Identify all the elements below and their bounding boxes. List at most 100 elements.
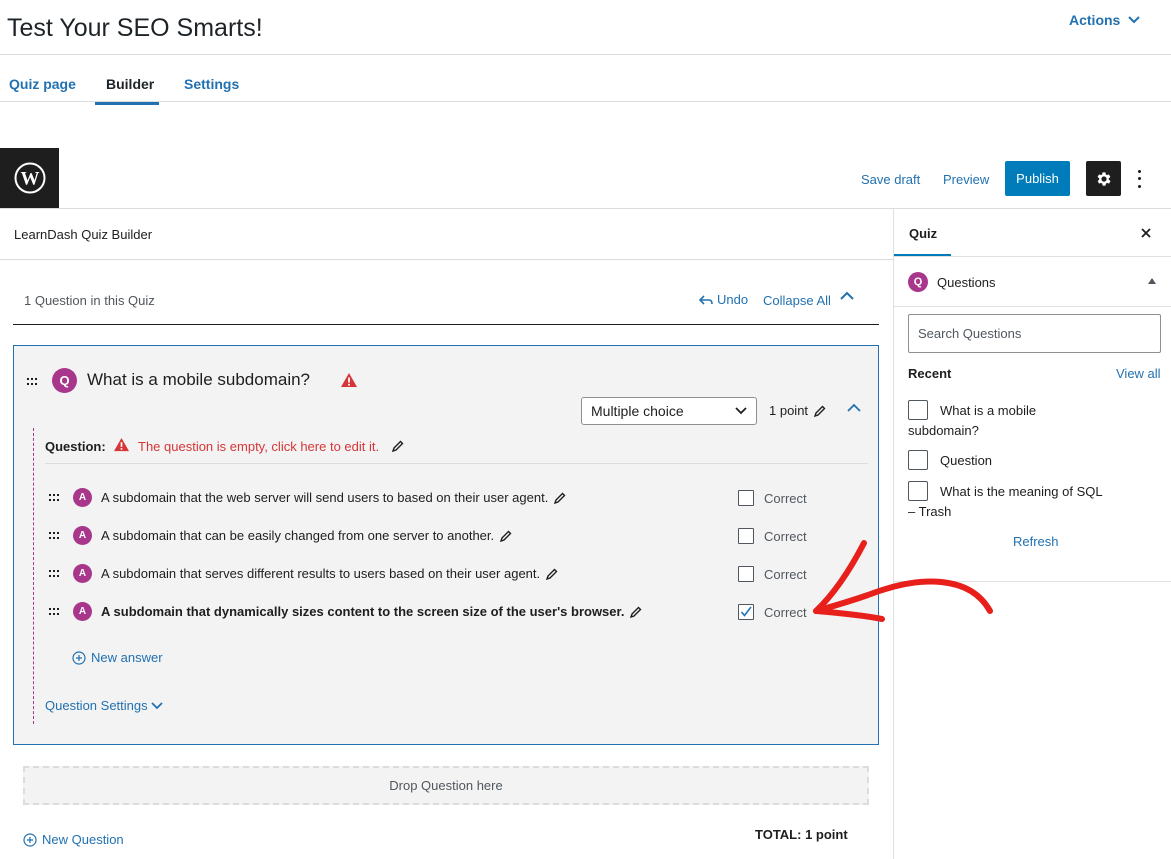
answer-text[interactable]: A subdomain that can be easily changed f…	[101, 528, 512, 543]
answer-label: A subdomain that dynamically sizes conte…	[101, 604, 625, 619]
answer-text[interactable]: A subdomain that dynamically sizes conte…	[101, 604, 642, 619]
divider	[894, 306, 1171, 307]
wordpress-logo-button[interactable]: W	[0, 148, 59, 208]
actions-label: Actions	[1069, 12, 1121, 28]
questions-panel-title[interactable]: Questions	[937, 275, 996, 290]
question-badge: Q	[52, 368, 77, 393]
more-options-icon[interactable]	[1132, 168, 1146, 190]
answer-badge: A	[73, 488, 92, 507]
answer-text[interactable]: A subdomain that the web server will sen…	[101, 490, 566, 505]
recent-question-checkbox[interactable]	[908, 400, 928, 420]
undo-label: Undo	[717, 292, 749, 307]
correct-checkbox-checked[interactable]	[738, 604, 754, 620]
actions-menu[interactable]: Actions	[1069, 12, 1141, 28]
sidebar-tab-quiz[interactable]: Quiz	[909, 226, 937, 241]
correct-checkbox[interactable]	[738, 566, 754, 582]
drag-handle-icon[interactable]	[49, 532, 61, 540]
plus-circle-icon	[72, 650, 86, 665]
correct-checkbox[interactable]	[738, 490, 754, 506]
builder-title: LearnDash Quiz Builder	[14, 227, 153, 242]
annotation-arrow-icon	[813, 540, 993, 622]
correct-label: Correct	[764, 491, 807, 506]
close-icon[interactable]	[1139, 226, 1153, 240]
tab-quiz-page[interactable]: Quiz page	[9, 76, 76, 92]
divider	[0, 259, 893, 260]
recent-question-label: Question	[940, 453, 993, 468]
chevron-down-icon	[150, 701, 163, 709]
recent-question-label: What is a mobile	[940, 403, 1037, 418]
question-type-select[interactable]: Multiple choice	[581, 397, 757, 425]
question-settings-toggle[interactable]: Question Settings	[45, 698, 163, 713]
recent-question-label: What is the meaning of SQL	[940, 484, 1103, 499]
drag-handle-icon[interactable]	[49, 570, 61, 578]
divider	[894, 256, 1171, 257]
warning-icon	[114, 437, 129, 452]
settings-button[interactable]	[1086, 161, 1121, 196]
divider	[0, 101, 1171, 102]
chevron-down-icon	[1128, 16, 1141, 24]
answer-badge: A	[73, 602, 92, 621]
chevron-up-icon[interactable]	[847, 403, 861, 413]
publish-button[interactable]: Publish	[1005, 161, 1070, 196]
divider	[0, 208, 1171, 209]
drag-handle-icon[interactable]	[27, 378, 39, 386]
refresh-link[interactable]: Refresh	[1013, 534, 1059, 549]
question-empty-error[interactable]: The question is empty, click here to edi…	[138, 439, 379, 454]
correct-checkbox[interactable]	[738, 528, 754, 544]
drag-handle-icon[interactable]	[49, 494, 61, 502]
chevron-down-icon	[735, 407, 747, 415]
pencil-icon	[630, 606, 642, 618]
view-all-link[interactable]: View all	[1116, 366, 1161, 381]
pencil-icon	[814, 405, 826, 417]
answer-badge: A	[73, 564, 92, 583]
svg-text:W: W	[20, 169, 39, 190]
answer-label: A subdomain that serves different result…	[101, 566, 541, 581]
search-questions-input[interactable]	[908, 314, 1161, 353]
gear-icon	[1097, 171, 1111, 186]
question-points[interactable]: 1 point	[769, 403, 826, 418]
question-title[interactable]: What is a mobile subdomain?	[87, 370, 310, 390]
plus-circle-icon	[23, 832, 37, 847]
question-type-value: Multiple choice	[591, 403, 684, 419]
new-answer-label: New answer	[91, 650, 163, 665]
new-answer-button[interactable]: New answer	[72, 650, 163, 665]
recent-question-checkbox[interactable]	[908, 450, 928, 470]
answer-label: A subdomain that the web server will sen…	[101, 490, 549, 505]
pencil-icon	[500, 530, 512, 542]
caret-up-icon[interactable]	[1148, 278, 1156, 284]
undo-icon	[699, 294, 713, 305]
drop-question-zone[interactable]: Drop Question here	[23, 766, 869, 805]
pencil-icon[interactable]	[392, 440, 404, 452]
answer-badge: A	[73, 526, 92, 545]
chevron-up-icon[interactable]	[840, 291, 854, 301]
tab-builder[interactable]: Builder	[106, 76, 154, 92]
recent-question-label-cont: – Trash	[908, 504, 952, 519]
total-points: TOTAL: 1 point	[755, 827, 848, 842]
points-value: 1 point	[769, 403, 809, 418]
checkmark-icon	[740, 606, 752, 617]
recent-question-checkbox[interactable]	[908, 481, 928, 501]
question-settings-label: Question Settings	[45, 698, 148, 713]
pencil-icon	[554, 492, 566, 504]
answer-label: A subdomain that can be easily changed f…	[101, 528, 495, 543]
undo-button[interactable]: Undo	[699, 292, 748, 307]
divider	[13, 324, 879, 325]
drag-handle-icon[interactable]	[49, 608, 61, 616]
answer-text[interactable]: A subdomain that serves different result…	[101, 566, 558, 581]
wordpress-icon: W	[14, 162, 45, 194]
divider	[0, 54, 1171, 55]
divider	[45, 463, 868, 464]
new-question-button[interactable]: New Question	[23, 832, 124, 847]
tab-settings[interactable]: Settings	[184, 76, 239, 92]
save-draft-button[interactable]: Save draft	[861, 172, 920, 187]
question-label: Question:	[45, 439, 106, 454]
question-count: 1 Question in this Quiz	[24, 293, 155, 308]
preview-button[interactable]: Preview	[943, 172, 989, 187]
page-title: Test Your SEO Smarts!	[7, 14, 263, 42]
warning-icon	[341, 373, 357, 387]
questions-badge: Q	[908, 272, 928, 292]
question-body-guide	[33, 428, 34, 724]
pencil-icon	[546, 568, 558, 580]
recent-label: Recent	[908, 366, 952, 381]
collapse-all-button[interactable]: Collapse All	[763, 293, 831, 308]
